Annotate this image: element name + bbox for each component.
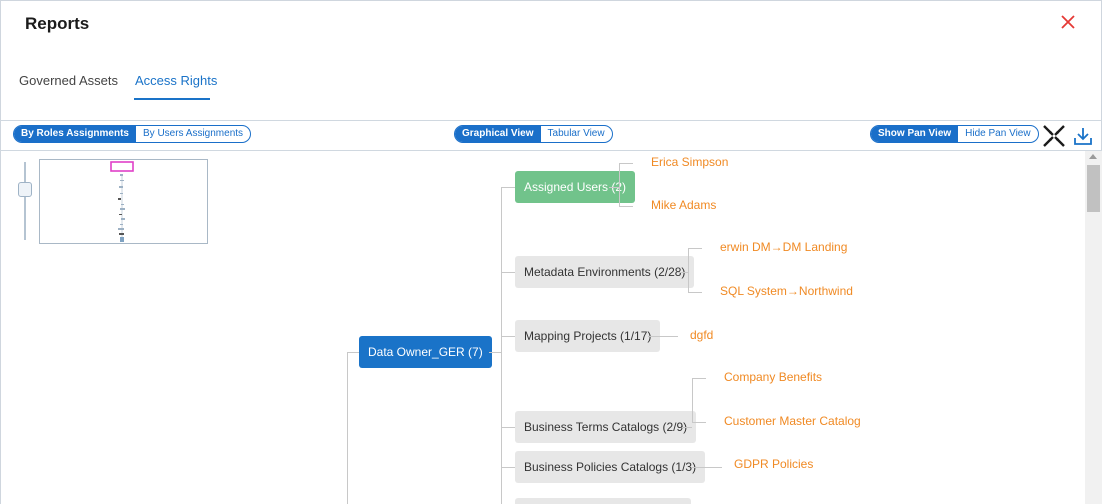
branch-node-partial[interactable] xyxy=(515,498,691,504)
branch-spine-line xyxy=(501,187,502,504)
root-node-data-owner-ger[interactable]: Data Owner_GER (7) xyxy=(359,336,492,368)
leaf-connector-line xyxy=(609,187,619,188)
assignment-toggle: By Roles Assignments By Users Assignment… xyxy=(13,125,252,143)
pan-view-toggle: Show Pan View Hide Pan View xyxy=(870,125,1039,143)
dialog-title: Reports xyxy=(25,14,90,33)
graphical-view-button[interactable]: Graphical View xyxy=(455,126,541,142)
tab-governed-assets[interactable]: Governed Assets xyxy=(19,73,118,88)
leaf-connector-line xyxy=(682,427,692,428)
active-tab-indicator xyxy=(134,98,210,100)
download-icon[interactable] xyxy=(1072,125,1094,147)
leaf-connector-line xyxy=(678,272,688,273)
leaf-item[interactable]: Company Benefits xyxy=(724,370,822,384)
tabular-view-button[interactable]: Tabular View xyxy=(541,126,612,142)
branch-connector-line xyxy=(501,187,515,188)
leaf-item[interactable]: Customer Master Catalog xyxy=(724,414,861,428)
scroll-up-arrow-icon[interactable] xyxy=(1089,154,1097,159)
leaf-spine-line xyxy=(688,248,689,292)
leaf-item[interactable]: GDPR Policies xyxy=(734,457,813,471)
leaf-spine-line xyxy=(692,378,693,422)
leaf-item[interactable]: Erica Simpson xyxy=(651,155,728,169)
leaf-item[interactable]: dgfd xyxy=(690,328,713,342)
scrollbar-thumb[interactable] xyxy=(1087,165,1100,212)
root-trunk-line xyxy=(347,352,348,504)
leaf-spine-line xyxy=(619,163,620,206)
branch-connector-line xyxy=(501,272,515,273)
leaf-branch-line xyxy=(688,292,702,293)
leaf-branch-line xyxy=(688,248,702,249)
branch-node[interactable]: Metadata Environments (2/28) xyxy=(515,256,695,288)
close-icon[interactable] xyxy=(1058,12,1078,32)
branch-node[interactable]: Mapping Projects (1/17) xyxy=(515,320,661,352)
leaf-branch-line xyxy=(619,163,633,164)
by-users-assignments-button[interactable]: By Users Assignments xyxy=(136,126,250,142)
leaf-branch-line xyxy=(692,422,706,423)
leaf-branch-line xyxy=(692,378,706,379)
branch-node[interactable]: Business Policies Catalogs (1/3) xyxy=(515,451,706,483)
header-divider xyxy=(0,120,1102,121)
view-toggle: Graphical View Tabular View xyxy=(454,125,613,143)
show-pan-view-button[interactable]: Show Pan View xyxy=(871,126,959,142)
leaf-branch-line xyxy=(619,206,633,207)
branch-connector-line xyxy=(501,427,515,428)
collapse-arrows-icon[interactable] xyxy=(1043,125,1065,147)
leaf-connector-line xyxy=(692,467,722,468)
root-connector-line xyxy=(347,352,359,353)
branch-node[interactable]: Business Terms Catalogs (2/9) xyxy=(515,411,697,443)
leaf-item[interactable]: Mike Adams xyxy=(651,198,716,212)
leaf-item[interactable]: SQL System→Northwind xyxy=(720,284,853,298)
by-roles-assignments-button[interactable]: By Roles Assignments xyxy=(14,126,136,142)
leaf-item[interactable]: erwin DM→DM Landing xyxy=(720,240,847,254)
root-to-spine-line xyxy=(489,352,501,353)
tab-access-rights[interactable]: Access Rights xyxy=(135,73,217,88)
branch-connector-line xyxy=(501,467,515,468)
branch-connector-line xyxy=(501,336,515,337)
hide-pan-view-button[interactable]: Hide Pan View xyxy=(958,126,1037,142)
leaf-connector-line xyxy=(648,336,678,337)
